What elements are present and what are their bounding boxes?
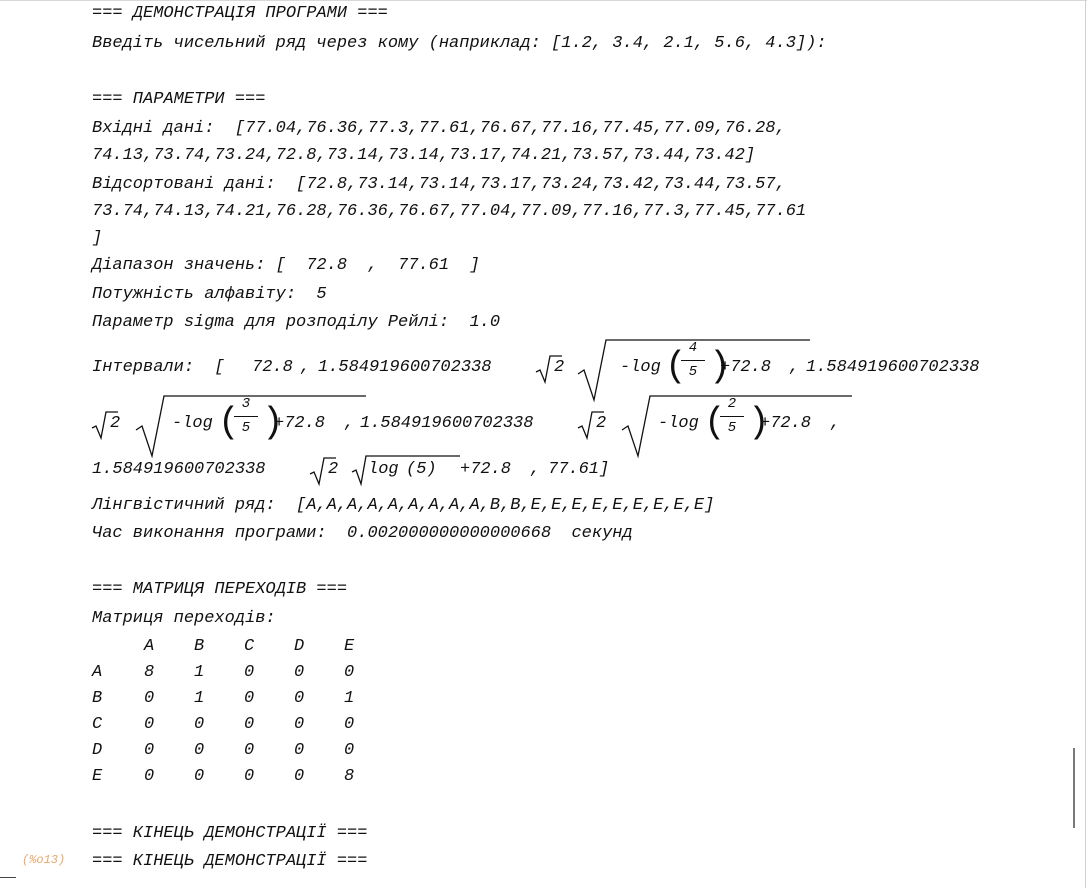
output-value[interactable]: === КІНЕЦЬ ДЕМОНСТРАЦІЇ === [92, 852, 367, 871]
execution-time: Час виконання програми: 0.00200000000000… [92, 524, 633, 543]
matrix-row-label: D [92, 741, 103, 760]
linguistic-series: Лінгвістичний ряд: [A,A,A,A,A,A,A,A,A,B,… [92, 496, 715, 515]
matrix-cell: 1 [194, 663, 205, 682]
matrix-row-label: C [92, 715, 103, 734]
matrix-cell: 1 [194, 689, 205, 708]
interval-first-value: 72.8 [252, 358, 293, 377]
matrix-cell: 8 [344, 767, 355, 786]
sqrt-argument: 2 [328, 460, 339, 479]
plus-constant: +72.8 [720, 358, 772, 377]
sigma-parameter: Параметр sigma для розподілу Рейлі: 1.0 [92, 313, 501, 332]
matrix-col-header: D [294, 637, 305, 656]
top-border [0, 0, 1087, 1]
matrix-cell: 0 [194, 715, 205, 734]
alphabet-size: Потужність алфавіту: 5 [92, 285, 327, 304]
right-border [1085, 0, 1086, 888]
matrix-col-header: E [344, 637, 355, 656]
interval-last-value: 77.61] [548, 460, 610, 479]
intervals-line-1: Інтервали: [ 72.8 , 1.584919600702338 2 … [92, 338, 1042, 403]
matrix-col-header: A [144, 637, 155, 656]
matrix-header: === МАТРИЦЯ ПЕРЕХОДІВ === [92, 580, 348, 599]
cell-marker [0, 877, 16, 878]
plus-constant: +72.8 [460, 460, 512, 479]
matrix-cell: 0 [344, 715, 355, 734]
interval-coefficient: 1.584919600702338 [318, 358, 492, 377]
matrix-col-header: B [194, 637, 205, 656]
matrix-cell: 0 [144, 715, 155, 734]
matrix-row-label: E [92, 767, 103, 786]
input-data-line-2: 74.13,73.74,73.24,72.8,73.14,73.14,73.17… [92, 146, 756, 165]
matrix-col-header: C [244, 637, 255, 656]
demo-header: === ДЕМОНСТРАЦІЯ ПРОГРАМИ === [92, 4, 388, 23]
matrix-cell: 0 [144, 767, 155, 786]
value-range: Діапазон значень: [ 72.8 , 77.61 ] [92, 256, 480, 275]
matrix-cell: 0 [244, 689, 255, 708]
plus-constant: +72.8 [274, 414, 326, 433]
input-data-line-1: Вхідні дані: [77.04,76.36,77.3,77.61,76.… [92, 119, 786, 138]
sorted-data-line-1: Відсортовані дані: [72.8,73.14,73.14,73.… [92, 175, 786, 194]
sqrt-argument: 2 [110, 414, 121, 433]
matrix-label: Матриця переходів: [92, 609, 276, 628]
neg-log: -log [172, 414, 213, 433]
sqrt-argument: 2 [596, 414, 607, 433]
interval-coefficient: 1.584919600702338 [806, 358, 980, 377]
neg-log: -log [658, 414, 699, 433]
matrix-cell: 0 [244, 663, 255, 682]
matrix-cell: 0 [294, 715, 305, 734]
matrix-cell: 0 [294, 663, 305, 682]
matrix-cell: 0 [244, 767, 255, 786]
log-term: log [368, 460, 399, 479]
intervals-label: Інтервали: [ [92, 358, 225, 377]
sorted-data-line-3: ] [92, 229, 103, 248]
plus-constant: +72.8 [760, 414, 812, 433]
matrix-cell: 1 [344, 689, 355, 708]
sorted-data-line-2: 73.74,74.13,74.21,76.28,76.36,76.67,77.0… [92, 202, 807, 221]
scrollbar-thumb[interactable] [1073, 748, 1075, 828]
neg-log: -log [620, 358, 661, 377]
matrix-row-label: A [92, 663, 103, 682]
matrix-cell: 0 [244, 715, 255, 734]
matrix-cell: 0 [144, 741, 155, 760]
interval-coefficient: 1.584919600702338 [360, 414, 534, 433]
matrix-cell: 0 [294, 689, 305, 708]
intervals-line-3: 1.584919600702338 2 log (5) +72.8 , 77.6… [92, 452, 1042, 487]
fraction-2-5: 2 5 [717, 396, 747, 440]
matrix-cell: 0 [344, 741, 355, 760]
params-header: === ПАРАМЕТРИ === [92, 90, 266, 109]
matrix-row-label: B [92, 689, 103, 708]
matrix-cell: 0 [344, 663, 355, 682]
matrix-cell: 0 [294, 767, 305, 786]
matrix-cell: 8 [144, 663, 155, 682]
end-message: === КІНЕЦЬ ДЕМОНСТРАЦІЇ === [92, 824, 368, 843]
matrix-cell: 0 [144, 689, 155, 708]
matrix-cell: 0 [294, 741, 305, 760]
matrix-cell: 0 [194, 767, 205, 786]
fraction-4-5: 4 5 [678, 340, 708, 384]
sqrt-argument: 2 [554, 358, 565, 377]
output-label: (%o13) [22, 853, 66, 867]
matrix-cell: 0 [244, 741, 255, 760]
input-prompt: Введіть чисельний ряд через кому (наприк… [92, 34, 827, 53]
matrix-cell: 0 [194, 741, 205, 760]
log-argument: (5) [406, 460, 437, 479]
intervals-line-2: 2 -log ( 3 5 ) +72.8 , 1.584919600702338… [91, 394, 1042, 459]
fraction-3-5: 3 5 [231, 396, 261, 440]
interval-coefficient: 1.584919600702338 [92, 460, 266, 479]
